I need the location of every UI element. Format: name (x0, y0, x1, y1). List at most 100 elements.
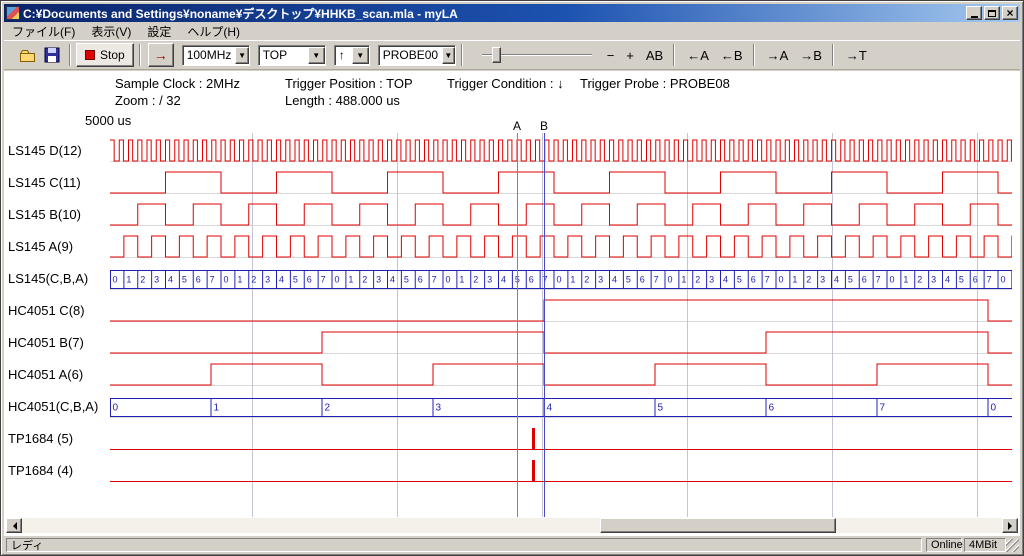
svg-text:3: 3 (487, 275, 492, 285)
cursor-b-label[interactable]: B (540, 119, 548, 133)
svg-text:7: 7 (987, 275, 992, 285)
waveform-channel (110, 204, 1012, 225)
svg-text:1: 1 (681, 275, 686, 285)
chevron-down-icon[interactable]: ▼ (235, 47, 248, 64)
svg-text:0: 0 (991, 403, 997, 414)
svg-text:5: 5 (658, 403, 664, 414)
svg-text:5: 5 (293, 275, 298, 285)
goto-trigger-button[interactable]: →T (841, 46, 872, 65)
trigger-probe-select[interactable]: PROBE00 ▼ (378, 45, 456, 66)
svg-text:7: 7 (654, 275, 659, 285)
title-bar[interactable]: C:¥Documents and Settings¥noname¥デスクトップ¥… (4, 4, 1020, 22)
cursor-lines[interactable] (518, 133, 545, 517)
svg-text:6: 6 (862, 275, 867, 285)
horizontal-scrollbar[interactable] (6, 518, 1018, 533)
scrollbar-thumb[interactable] (600, 518, 836, 533)
svg-text:1: 1 (792, 275, 797, 285)
svg-text:2: 2 (584, 275, 589, 285)
svg-text:4: 4 (279, 275, 284, 285)
scroll-left-button[interactable] (6, 518, 22, 533)
waveform-channel (110, 428, 1012, 450)
zoom-out-button[interactable]: − (602, 46, 620, 65)
svg-text:7: 7 (210, 275, 215, 285)
svg-text:3: 3 (436, 403, 442, 414)
channel-label: LS145 A(9) (8, 239, 73, 254)
scroll-right-button[interactable] (1002, 518, 1018, 533)
svg-text:2: 2 (140, 275, 145, 285)
svg-text:7: 7 (765, 275, 770, 285)
status-memory: 4MBit (964, 538, 1006, 552)
window-title: C:¥Documents and Settings¥noname¥デスクトップ¥… (23, 5, 964, 22)
info-zoom: Zoom : / 32 (115, 93, 181, 108)
trigger-edge-select[interactable]: ↑ ▼ (334, 45, 370, 66)
svg-text:6: 6 (769, 403, 775, 414)
svg-text:0: 0 (335, 275, 340, 285)
svg-text:0: 0 (113, 275, 118, 285)
svg-text:0: 0 (446, 275, 451, 285)
waveform-channel (110, 140, 1012, 161)
goto-cursor-a-left-button[interactable]: ←A (682, 46, 714, 65)
zoom-slider[interactable] (482, 44, 592, 66)
trigger-edge-value: ↑ (335, 48, 352, 62)
channel-label: TP1684 (4) (8, 463, 73, 478)
svg-text:4: 4 (945, 275, 950, 285)
goto-cursor-a-right-button[interactable]: →A (762, 46, 794, 65)
menu-file[interactable]: ファイル(F) (4, 22, 83, 41)
run-button[interactable]: → (148, 43, 174, 67)
svg-text:2: 2 (325, 403, 331, 414)
zoom-in-button[interactable]: + (621, 46, 639, 65)
stop-icon (85, 50, 95, 60)
minimize-icon (971, 16, 978, 18)
close-button[interactable]: × (1002, 6, 1018, 20)
trigger-position-select[interactable]: TOP ▼ (258, 45, 326, 66)
maximize-button[interactable] (984, 6, 1000, 20)
toolbar-separator (461, 44, 463, 66)
channel-label: HC4051 A(6) (8, 367, 83, 382)
waveform-channel (110, 332, 1012, 353)
info-trigger-condition: Trigger Condition : ↓ (447, 76, 564, 91)
stop-button[interactable]: Stop (76, 43, 134, 67)
save-button[interactable] (40, 43, 64, 67)
goto-cursor-b-left-button[interactable]: ←B (716, 46, 748, 65)
svg-text:3: 3 (265, 275, 270, 285)
channel-label: HC4051(C,B,A) (8, 399, 98, 414)
svg-text:7: 7 (880, 403, 886, 414)
svg-text:3: 3 (709, 275, 714, 285)
svg-text:4: 4 (390, 275, 395, 285)
status-ready: レディ (6, 538, 922, 552)
sample-clock-select[interactable]: 100MHz ▼ (182, 45, 250, 66)
svg-text:3: 3 (820, 275, 825, 285)
chevron-down-icon[interactable]: ▼ (352, 47, 369, 64)
menu-view[interactable]: 表示(V) (83, 22, 139, 41)
chevron-down-icon[interactable]: ▼ (308, 47, 325, 64)
svg-text:6: 6 (529, 275, 534, 285)
menu-help[interactable]: ヘルプ(H) (179, 22, 248, 41)
trigger-probe-value: PROBE00 (379, 48, 442, 62)
open-button[interactable] (16, 43, 40, 67)
waveform-area[interactable]: 0123456701234567012345670123456701234567… (110, 133, 1012, 517)
resize-grip-icon[interactable] (1006, 539, 1019, 552)
minimize-button[interactable] (966, 6, 982, 20)
waveform-channel: 012345670 (110, 398, 1012, 417)
menu-settings[interactable]: 設定 (139, 22, 179, 41)
svg-text:3: 3 (154, 275, 159, 285)
svg-text:0: 0 (779, 275, 784, 285)
waveform-channel: 0123456701234567012345670123456701234567… (110, 270, 1012, 289)
slider-thumb[interactable] (492, 47, 501, 63)
menu-bar: ファイル(F) 表示(V) 設定 ヘルプ(H) (4, 23, 1020, 40)
svg-text:1: 1 (237, 275, 242, 285)
toolbar-separator (832, 44, 834, 66)
cursor-a-label[interactable]: A (513, 119, 521, 133)
zoom-ab-button[interactable]: AB (641, 46, 668, 65)
timebase-label: 5000 us (85, 113, 131, 128)
channel-label: HC4051 B(7) (8, 335, 84, 350)
svg-text:5: 5 (404, 275, 409, 285)
channel-label: LS145 C(11) (8, 175, 81, 190)
trigger-position-value: TOP (259, 48, 308, 62)
channel-label: LS145(C,B,A) (8, 271, 88, 286)
chevron-down-icon[interactable]: ▼ (442, 47, 455, 64)
svg-text:6: 6 (640, 275, 645, 285)
svg-text:4: 4 (501, 275, 506, 285)
goto-cursor-b-right-button[interactable]: →B (795, 46, 827, 65)
waveform-channel (110, 172, 1012, 193)
